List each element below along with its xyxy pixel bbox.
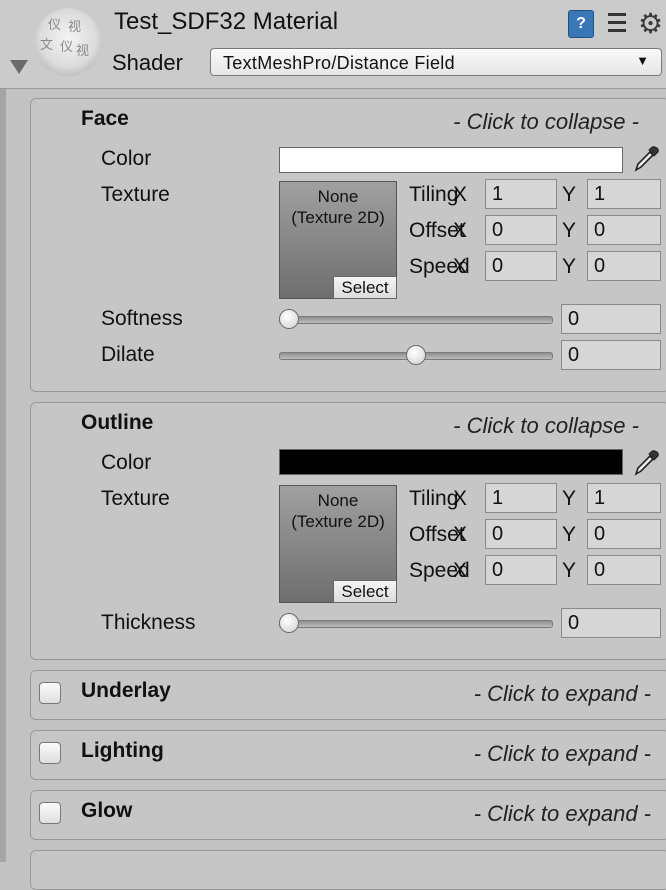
face-texture-label: Texture [101, 183, 170, 206]
thumb-glyph: 仪 [60, 40, 74, 55]
eyedropper-icon[interactable] [632, 145, 660, 173]
texture-slot-text: None (Texture 2D) [280, 490, 396, 532]
face-offset-x-field[interactable]: 0 [485, 215, 557, 245]
chevron-down-icon: ▼ [636, 53, 649, 68]
outline-tiling-x-field[interactable]: 1 [485, 483, 557, 513]
inspector-left-bar [0, 89, 6, 862]
face-softness-field[interactable]: 0 [561, 304, 661, 334]
face-softness-slider-track[interactable] [279, 316, 553, 324]
face-dilate-field[interactable]: 0 [561, 340, 661, 370]
underlay-expand-hint[interactable]: - Click to expand - [474, 681, 651, 707]
glow-section[interactable]: Glow - Click to expand - [30, 790, 666, 840]
outline-offset-y-field[interactable]: 0 [587, 519, 661, 549]
face-speed-x-field[interactable]: 0 [485, 251, 557, 281]
underlay-section[interactable]: Underlay - Click to expand - [30, 670, 666, 720]
lighting-section-title[interactable]: Lighting [81, 739, 164, 763]
texture-type-label: (Texture 2D) [291, 512, 385, 531]
face-dilate-slider-thumb[interactable] [406, 345, 426, 365]
texture-none-label: None [317, 491, 359, 510]
face-tiling-x-field[interactable]: 1 [485, 179, 557, 209]
face-texture-slot[interactable]: None (Texture 2D) Select [279, 181, 397, 299]
lighting-section[interactable]: Lighting - Click to expand - [30, 730, 666, 780]
shader-label: Shader [112, 50, 183, 75]
outline-thickness-label: Thickness [101, 611, 196, 634]
outline-collapse-hint[interactable]: - Click to collapse - [453, 413, 639, 439]
thumb-glyph: 仪 [48, 18, 62, 33]
lighting-enable-checkbox[interactable] [39, 742, 61, 764]
y-label: Y [562, 487, 577, 510]
presets-icon[interactable] [606, 10, 628, 36]
texture-type-label: (Texture 2D) [291, 208, 385, 227]
glow-section-title[interactable]: Glow [81, 799, 132, 823]
material-preview-thumbnail: 仪 视 文 仪 视 [34, 8, 102, 76]
outline-offset-x-field[interactable]: 0 [485, 519, 557, 549]
y-label: Y [562, 523, 577, 546]
thumb-glyph: 视 [76, 44, 90, 59]
outline-speed-x-field[interactable]: 0 [485, 555, 557, 585]
x-label: X [453, 219, 468, 242]
y-label: Y [562, 559, 577, 582]
x-label: X [453, 487, 468, 510]
outline-speed-y-field[interactable]: 0 [587, 555, 661, 585]
outline-texture-select-button[interactable]: Select [333, 580, 397, 603]
x-label: X [453, 183, 468, 206]
face-tiling-y-field[interactable]: 1 [587, 179, 661, 209]
shader-dropdown-value: TextMeshPro/Distance Field [223, 53, 455, 73]
outline-texture-slot[interactable]: None (Texture 2D) Select [279, 485, 397, 603]
help-icon[interactable]: ? [568, 10, 594, 38]
face-collapse-hint[interactable]: - Click to collapse - [453, 109, 639, 135]
help-icon-glyph: ? [576, 15, 586, 32]
outline-thickness-field[interactable]: 0 [561, 608, 661, 638]
x-label: X [453, 559, 468, 582]
foldout-arrow-icon[interactable] [10, 60, 28, 74]
outline-color-field[interactable] [279, 449, 623, 475]
gear-icon[interactable]: ⚙ [638, 10, 666, 38]
texture-slot-text: None (Texture 2D) [280, 186, 396, 228]
face-color-field[interactable] [279, 147, 623, 173]
outline-texture-label: Texture [101, 487, 170, 510]
outline-section-title[interactable]: Outline [81, 411, 153, 435]
face-section: Face - Click to collapse - Color Texture… [30, 98, 666, 392]
glow-enable-checkbox[interactable] [39, 802, 61, 824]
outline-thickness-slider-thumb[interactable] [279, 613, 299, 633]
y-label: Y [562, 255, 577, 278]
x-label: X [453, 523, 468, 546]
eyedropper-icon[interactable] [632, 449, 660, 477]
face-offset-y-field[interactable]: 0 [587, 215, 661, 245]
thumb-glyph: 视 [68, 20, 82, 35]
face-texture-select-button[interactable]: Select [333, 276, 397, 299]
tiling-text: Tiling [409, 487, 459, 510]
tiling-text: Tiling [409, 183, 459, 206]
shader-dropdown[interactable]: TextMeshPro/Distance Field ▼ [210, 48, 662, 76]
glow-expand-hint[interactable]: - Click to expand - [474, 801, 651, 827]
outline-color-label: Color [101, 451, 152, 474]
lighting-expand-hint[interactable]: - Click to expand - [474, 741, 651, 767]
face-softness-slider-thumb[interactable] [279, 309, 299, 329]
face-softness-label: Softness [101, 307, 183, 330]
texture-none-label: None [317, 187, 359, 206]
x-label: X [453, 255, 468, 278]
next-section-partial[interactable] [30, 850, 666, 890]
face-dilate-label: Dilate [101, 343, 155, 366]
thumb-glyph: 文 [40, 38, 54, 53]
material-header: 仪 视 文 仪 视 Test_SDF32 Material ? ⚙ Shader… [0, 0, 666, 89]
underlay-section-title[interactable]: Underlay [81, 679, 171, 703]
outline-thickness-slider-track[interactable] [279, 620, 553, 628]
face-color-label: Color [101, 147, 152, 170]
underlay-enable-checkbox[interactable] [39, 682, 61, 704]
face-speed-y-field[interactable]: 0 [587, 251, 661, 281]
outline-section: Outline - Click to collapse - Color Text… [30, 402, 666, 660]
material-title: Test_SDF32 Material [114, 8, 339, 35]
outline-tiling-y-field[interactable]: 1 [587, 483, 661, 513]
y-label: Y [562, 183, 577, 206]
gear-icon-glyph: ⚙ [638, 8, 664, 39]
y-label: Y [562, 219, 577, 242]
face-section-title[interactable]: Face [81, 107, 129, 131]
